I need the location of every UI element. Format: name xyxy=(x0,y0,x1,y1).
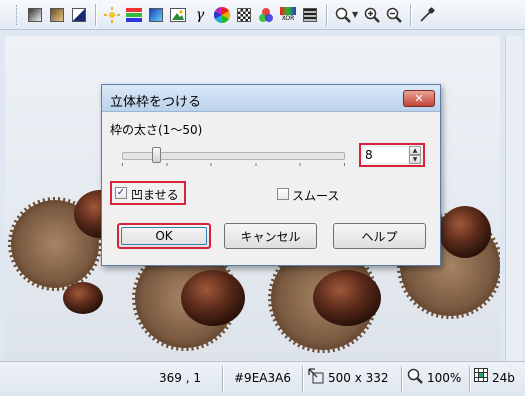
xor-icon[interactable]: XOR xyxy=(278,5,298,25)
color-wheel-icon[interactable] xyxy=(212,5,232,25)
checker-icon[interactable] xyxy=(234,5,254,25)
toolbar-separator xyxy=(410,3,412,26)
gamma-icon[interactable]: γ xyxy=(190,5,210,25)
eyedropper-icon[interactable] xyxy=(417,5,437,25)
toolbar: γ XOR ▼ xyxy=(0,0,525,30)
chevron-down-icon[interactable]: ▼ xyxy=(352,10,358,19)
emboss-label[interactable]: 凹ませる xyxy=(131,186,179,203)
picture-icon[interactable] xyxy=(168,5,188,25)
ok-focus-ring xyxy=(121,227,207,245)
toolbar-separator xyxy=(95,3,96,26)
emboss-option: ✓ 凹ませる xyxy=(110,181,186,205)
bevel-frame-dialog: 立体枠をつける ✕ 枠の太さ(1〜50) ▲ ▼ ✓ 凹ませる スムース OK … xyxy=(101,84,441,266)
cancel-button[interactable]: キャンセル xyxy=(224,223,317,249)
toolbar-separator xyxy=(326,3,327,26)
zoom-out-icon[interactable] xyxy=(384,5,404,25)
brightness-contrast-icon[interactable] xyxy=(102,5,122,25)
status-zoom: 100% xyxy=(427,371,462,385)
close-icon: ✕ xyxy=(414,92,424,105)
thickness-input[interactable] xyxy=(363,147,408,163)
resize-icon xyxy=(308,368,324,387)
zoom-icon xyxy=(407,368,423,387)
xor-label: XOR xyxy=(281,15,295,22)
grayscale-icon[interactable] xyxy=(25,5,45,25)
dialog-titlebar[interactable]: 立体枠をつける ✕ xyxy=(102,85,440,112)
ok-button[interactable]: OK xyxy=(117,223,211,249)
help-label: ヘルプ xyxy=(361,229,398,244)
dialog-title: 立体枠をつける xyxy=(110,95,202,110)
slider-ticks xyxy=(122,163,345,166)
thickness-spinbox: ▲ ▼ xyxy=(359,143,425,167)
thickness-slider-thumb[interactable] xyxy=(152,147,161,163)
status-separator xyxy=(222,366,223,392)
status-bar: 369 , 1 #9EA3A6 500 x 332 100% 24b xyxy=(0,361,525,396)
status-separator xyxy=(469,366,470,392)
status-color: #9EA3A6 xyxy=(234,371,291,385)
thickness-label: 枠の太さ(1〜50) xyxy=(110,123,203,137)
help-button[interactable]: ヘルプ xyxy=(333,223,426,249)
color-depth-icon xyxy=(474,368,488,385)
thickness-spin-buttons: ▲ ▼ xyxy=(409,146,421,164)
stripes-icon[interactable] xyxy=(300,5,320,25)
zoom-menu-icon[interactable] xyxy=(333,5,353,25)
sepia-icon[interactable] xyxy=(47,5,67,25)
status-separator xyxy=(302,366,303,392)
cancel-label: キャンセル xyxy=(240,229,301,244)
vertical-scrollbar[interactable] xyxy=(505,36,522,361)
rgb-icon[interactable] xyxy=(256,5,276,25)
status-coords: 369 , 1 xyxy=(159,371,201,385)
status-separator xyxy=(401,366,402,392)
smooth-checkbox[interactable] xyxy=(277,188,289,200)
spin-up-icon[interactable]: ▲ xyxy=(409,146,421,155)
emboss-checkbox[interactable]: ✓ xyxy=(115,187,127,199)
spin-down-icon[interactable]: ▼ xyxy=(409,155,421,164)
zoom-in-icon[interactable] xyxy=(362,5,382,25)
close-button[interactable]: ✕ xyxy=(403,90,435,107)
negative-icon[interactable] xyxy=(69,5,89,25)
status-image-size: 500 x 332 xyxy=(328,371,389,385)
smooth-label[interactable]: スムース xyxy=(292,187,339,204)
status-color-depth: 24b xyxy=(492,371,515,385)
toolbar-grip[interactable] xyxy=(16,4,20,25)
color-balance-icon[interactable] xyxy=(124,5,144,25)
hue-icon[interactable] xyxy=(146,5,166,25)
